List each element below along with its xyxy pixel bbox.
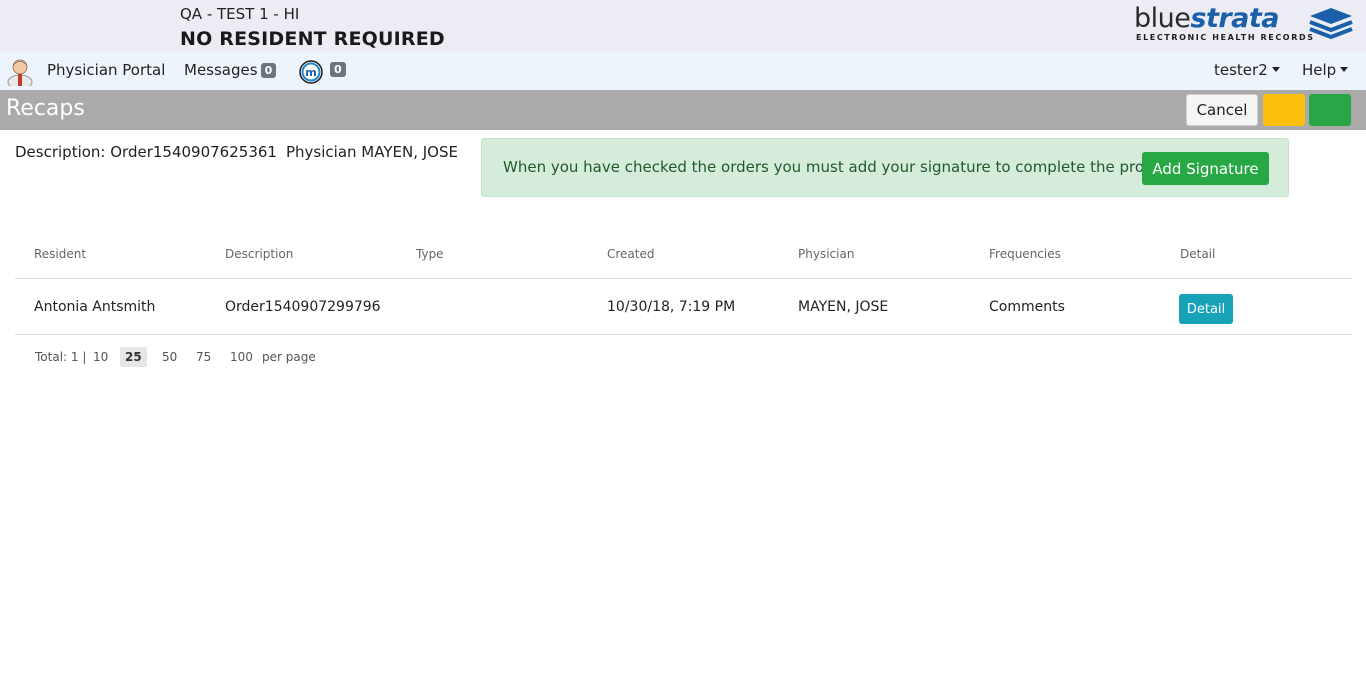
caret-down-icon xyxy=(1271,67,1280,72)
table-row: Antonia Antsmith Order1540907299796 10/3… xyxy=(15,279,1352,335)
pagination-total: Total: 1 | xyxy=(35,350,87,364)
bluestrata-logo: bluestrata ELECTRONIC HEALTH RECORDS xyxy=(1134,4,1354,46)
messages-label: Messages xyxy=(184,61,258,79)
logo-word-blue: blue xyxy=(1134,3,1191,34)
page-size-75[interactable]: 75 xyxy=(191,347,216,367)
title-bar: Recaps Cancel xyxy=(0,90,1366,130)
page-size-10[interactable]: 10 xyxy=(88,347,113,367)
cell-frequencies: Comments xyxy=(989,299,1065,315)
recaps-table: Resident Description Type Created Physic… xyxy=(15,238,1352,335)
user-menu[interactable]: tester2 xyxy=(1214,61,1280,79)
header-frequencies[interactable]: Frequencies xyxy=(989,247,1061,261)
cancel-button[interactable]: Cancel xyxy=(1186,94,1258,126)
messages-count-badge: 0 xyxy=(260,63,277,78)
logo-stack-icon xyxy=(1309,8,1353,40)
header-resident[interactable]: Resident xyxy=(34,247,86,261)
pagination-suffix: per page xyxy=(262,350,316,364)
caret-down-icon xyxy=(1340,67,1349,72)
table-header: Resident Description Type Created Physic… xyxy=(15,238,1352,279)
page-size-25[interactable]: 25 xyxy=(120,347,147,367)
add-signature-button[interactable]: Add Signature xyxy=(1142,152,1269,185)
m-icon[interactable]: m xyxy=(299,60,323,84)
green-action-button[interactable] xyxy=(1309,94,1351,126)
user-name: tester2 xyxy=(1214,61,1268,79)
cell-created: 10/30/18, 7:19 PM xyxy=(607,299,736,315)
header-detail: Detail xyxy=(1180,247,1216,261)
yellow-action-button[interactable] xyxy=(1263,94,1305,126)
top-header: QA - TEST 1 - HI NO RESIDENT REQUIRED bl… xyxy=(0,0,1366,52)
logo-word-strata: strata xyxy=(1190,3,1280,34)
signature-alert: When you have checked the orders you mus… xyxy=(481,138,1289,197)
physician-portal-link[interactable]: Physician Portal xyxy=(47,61,165,79)
nav-bar: Physician Portal Messages 0 m 0 tester2 H… xyxy=(0,52,1366,90)
header-type[interactable]: Type xyxy=(416,247,444,261)
help-label: Help xyxy=(1302,61,1337,79)
logo-tagline: ELECTRONIC HEALTH RECORDS xyxy=(1136,33,1315,42)
page-size-100[interactable]: 100 xyxy=(225,347,258,367)
detail-button[interactable]: Detail xyxy=(1179,294,1233,324)
recap-description: Description: Order1540907625361 xyxy=(15,143,277,161)
svg-text:m: m xyxy=(305,66,316,79)
header-created[interactable]: Created xyxy=(607,247,655,261)
header-physician[interactable]: Physician xyxy=(798,247,854,261)
help-menu[interactable]: Help xyxy=(1302,61,1349,79)
cell-physician: MAYEN, JOSE xyxy=(798,299,889,315)
facility-name: QA - TEST 1 - HI xyxy=(180,5,300,23)
page-title: Recaps xyxy=(6,96,85,121)
alert-text: When you have checked the orders you mus… xyxy=(503,158,1182,176)
page-size-50[interactable]: 50 xyxy=(157,347,182,367)
cell-description: Order1540907299796 xyxy=(225,299,381,315)
header-description[interactable]: Description xyxy=(225,247,293,261)
m-count-badge: 0 xyxy=(330,62,346,77)
cell-resident: Antonia Antsmith xyxy=(34,299,156,315)
resident-title: NO RESIDENT REQUIRED xyxy=(180,28,445,50)
messages-link[interactable]: Messages 0 xyxy=(184,61,277,79)
recap-physician: Physician MAYEN, JOSE xyxy=(286,143,458,161)
physician-avatar-icon xyxy=(7,59,33,86)
